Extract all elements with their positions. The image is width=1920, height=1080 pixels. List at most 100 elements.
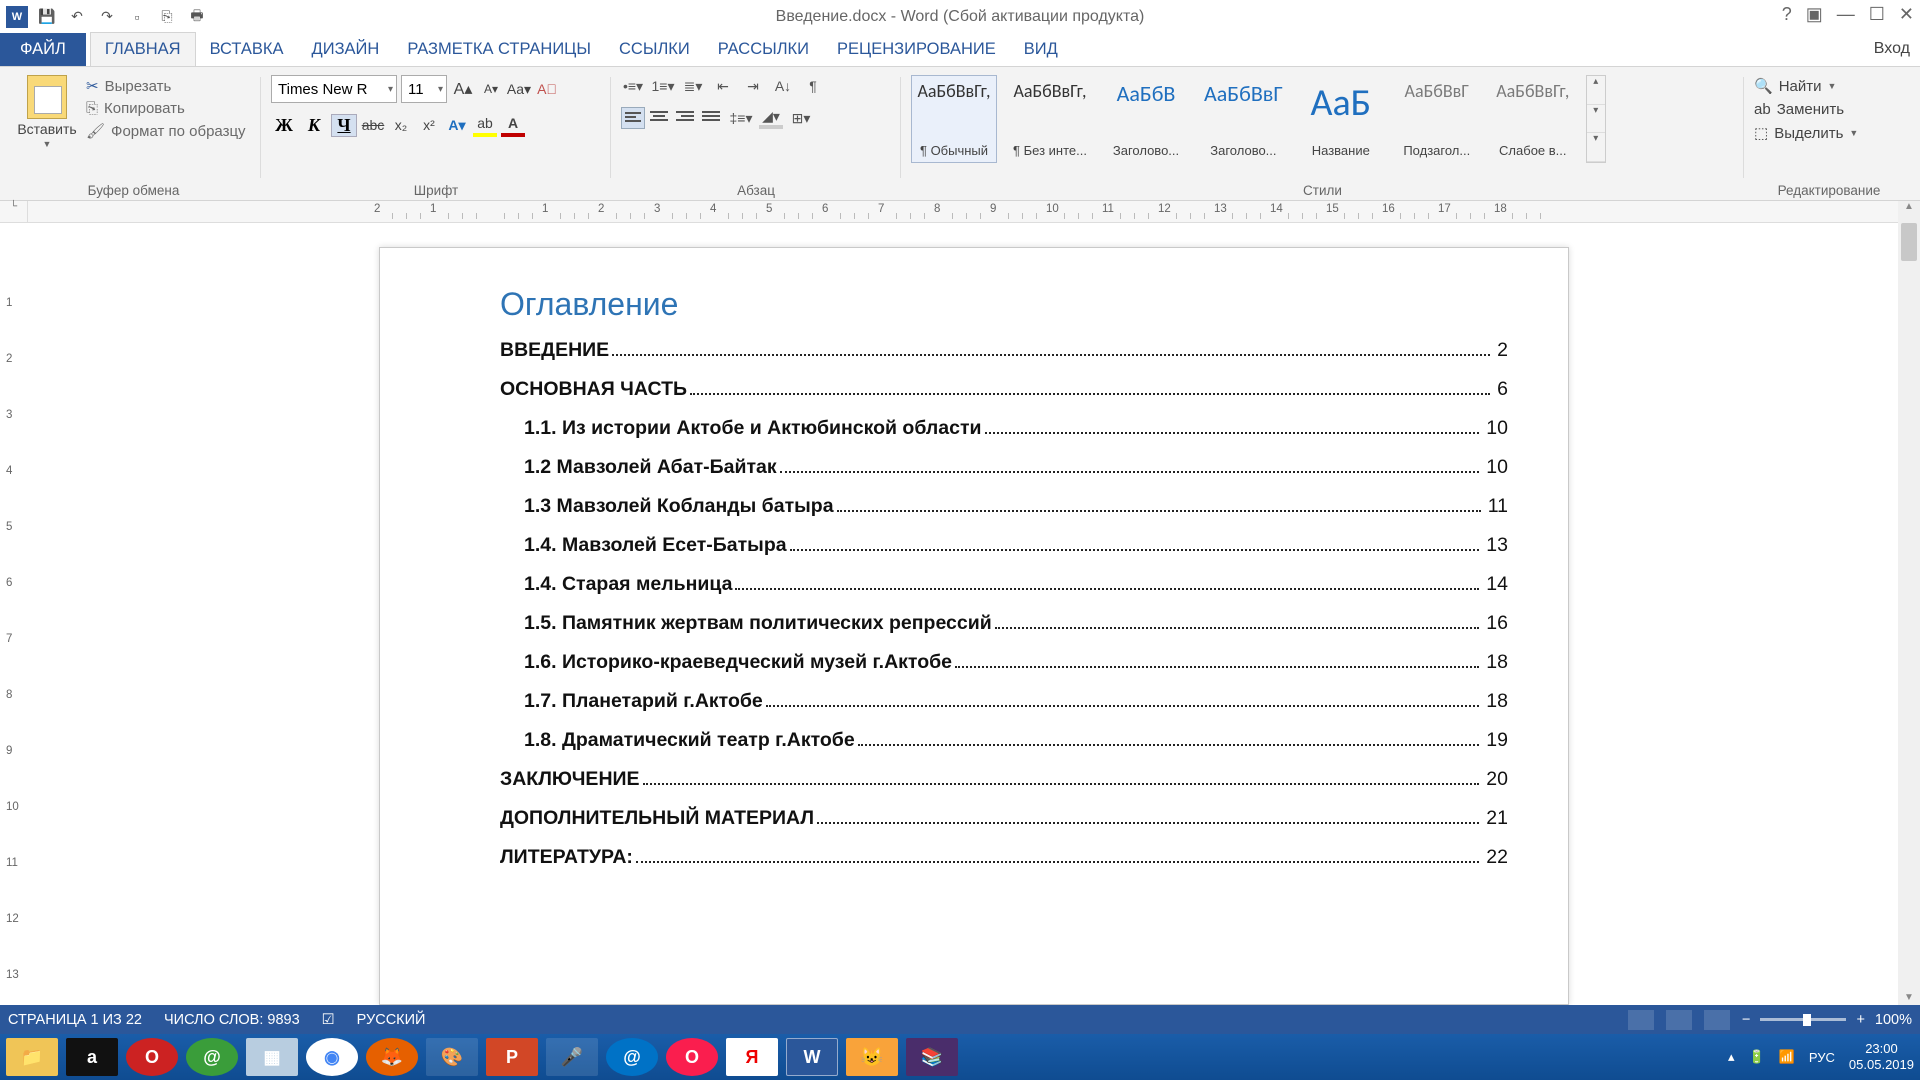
- font-size-combo[interactable]: 11: [401, 75, 447, 103]
- task-mic-icon[interactable]: 🎤: [546, 1038, 598, 1076]
- tab-рассылки[interactable]: РАССЫЛКИ: [704, 33, 823, 66]
- tab-рецензирование[interactable]: РЕЦЕНЗИРОВАНИЕ: [823, 33, 1010, 66]
- tray-clock[interactable]: 23:00 05.05.2019: [1849, 1041, 1914, 1072]
- save-icon[interactable]: 💾: [36, 6, 58, 28]
- task-opera-icon[interactable]: O: [126, 1038, 178, 1076]
- toc-entry[interactable]: 1.8. Драматический театр г.Актобе19: [500, 729, 1508, 752]
- tab-дизайн[interactable]: ДИЗАЙН: [298, 33, 394, 66]
- tab-главная[interactable]: ГЛАВНАЯ: [90, 32, 196, 66]
- zoom-slider[interactable]: − + 100%: [1742, 1012, 1912, 1028]
- text-effects-icon[interactable]: A▾: [445, 113, 469, 137]
- tab-вставка[interactable]: ВСТАВКА: [196, 33, 298, 66]
- sort-icon[interactable]: A↓: [771, 75, 795, 97]
- task-yandex-icon[interactable]: Я: [726, 1038, 778, 1076]
- login-link[interactable]: Вход: [1874, 40, 1910, 58]
- status-page[interactable]: СТРАНИЦА 1 ИЗ 22: [8, 1012, 142, 1028]
- toc-entry[interactable]: 1.4. Старая мельница14: [500, 573, 1508, 596]
- bullets-icon[interactable]: •≡▾: [621, 75, 645, 97]
- page[interactable]: Оглавление ВВЕДЕНИЕ2ОСНОВНАЯ ЧАСТЬ61.1. …: [379, 247, 1569, 1005]
- toc-entry[interactable]: ОСНОВНАЯ ЧАСТЬ6: [500, 378, 1508, 401]
- align-center-button[interactable]: [647, 107, 671, 129]
- grow-font-icon[interactable]: A▴: [451, 77, 475, 101]
- style-item[interactable]: АаБбВвГЗаголово...: [1199, 75, 1288, 163]
- view-web-icon[interactable]: [1704, 1010, 1730, 1030]
- task-calc-icon[interactable]: ▦: [246, 1038, 298, 1076]
- tab-ссылки[interactable]: ССЫЛКИ: [605, 33, 704, 66]
- status-words[interactable]: ЧИСЛО СЛОВ: 9893: [164, 1012, 300, 1028]
- italic-button[interactable]: К: [301, 115, 327, 136]
- line-spacing-icon[interactable]: ‡≡▾: [729, 107, 753, 129]
- zoom-in-icon[interactable]: +: [1856, 1012, 1864, 1028]
- style-item[interactable]: АаБбВвГПодзагол...: [1394, 75, 1480, 163]
- minimize-icon[interactable]: —: [1837, 4, 1855, 25]
- maximize-icon[interactable]: ☐: [1869, 4, 1885, 25]
- toc-entry[interactable]: 1.1. Из истории Актобе и Актюбинской обл…: [500, 417, 1508, 440]
- toc-entry[interactable]: ВВЕДЕНИЕ2: [500, 339, 1508, 362]
- change-case-icon[interactable]: Aa▾: [507, 77, 531, 101]
- redo-icon[interactable]: ↷: [96, 6, 118, 28]
- style-item[interactable]: АаБНазвание: [1298, 75, 1384, 163]
- copy-button[interactable]: ⎘Копировать: [86, 100, 246, 117]
- strike-button[interactable]: abc: [361, 113, 385, 137]
- task-chrome-icon[interactable]: ◉: [306, 1038, 358, 1076]
- status-proofing-icon[interactable]: ☑: [322, 1012, 335, 1028]
- highlight-icon[interactable]: ab: [473, 113, 497, 137]
- toc-entry[interactable]: 1.6. Историко-краеведческий музей г.Акто…: [500, 651, 1508, 674]
- tab-вид[interactable]: ВИД: [1010, 33, 1072, 66]
- underline-button[interactable]: Ч: [331, 114, 357, 137]
- decrease-indent-icon[interactable]: ⇤: [711, 75, 735, 97]
- tray-arrow-icon[interactable]: ▴: [1728, 1049, 1735, 1065]
- task-powerpoint-icon[interactable]: P: [486, 1038, 538, 1076]
- task-scratch-icon[interactable]: 😺: [846, 1038, 898, 1076]
- multilevel-icon[interactable]: ≣▾: [681, 75, 705, 97]
- help-icon[interactable]: ?: [1782, 4, 1792, 25]
- print-icon[interactable]: 🖶: [186, 6, 208, 28]
- toc-entry[interactable]: 1.7. Планетарий г.Актобе18: [500, 690, 1508, 713]
- toc-entry[interactable]: 1.5. Памятник жертвам политических репре…: [500, 612, 1508, 635]
- show-marks-icon[interactable]: ¶: [801, 75, 825, 97]
- vertical-scrollbar[interactable]: ▲ ▼: [1898, 201, 1920, 1005]
- task-opera2-icon[interactable]: O: [666, 1038, 718, 1076]
- font-name-combo[interactable]: Times New R: [271, 75, 397, 103]
- zoom-value[interactable]: 100%: [1875, 1012, 1912, 1028]
- style-item[interactable]: АаБбВЗаголово...: [1103, 75, 1189, 163]
- bold-button[interactable]: Ж: [271, 115, 297, 136]
- toc-entry[interactable]: 1.2 Мавзолей Абат-Байтак10: [500, 456, 1508, 479]
- zoom-out-icon[interactable]: −: [1742, 1012, 1750, 1028]
- toc-entry[interactable]: 1.4. Мавзолей Есет-Батыра13: [500, 534, 1508, 557]
- task-firefox-icon[interactable]: 🦊: [366, 1038, 418, 1076]
- toc-entry[interactable]: 1.3 Мавзолей Кобланды батыра11: [500, 495, 1508, 518]
- task-mail-icon[interactable]: @: [186, 1038, 238, 1076]
- task-word-icon[interactable]: W: [786, 1038, 838, 1076]
- select-button[interactable]: ⬚Выделить▼: [1754, 124, 1904, 142]
- new-doc-icon[interactable]: ▫: [126, 6, 148, 28]
- find-button[interactable]: 🔍Найти▼: [1754, 77, 1904, 95]
- style-item[interactable]: АаБбВвГг,¶ Без инте...: [1007, 75, 1093, 163]
- view-print-icon[interactable]: [1666, 1010, 1692, 1030]
- tray-lang[interactable]: РУС: [1809, 1050, 1835, 1065]
- status-language[interactable]: РУССКИЙ: [357, 1012, 426, 1028]
- task-paint-icon[interactable]: 🎨: [426, 1038, 478, 1076]
- tab-file[interactable]: ФАЙЛ: [0, 33, 86, 66]
- justify-button[interactable]: [699, 107, 723, 129]
- replace-button[interactable]: abЗаменить: [1754, 101, 1904, 118]
- styles-more-button[interactable]: ▴▾▾: [1586, 75, 1606, 163]
- open-icon[interactable]: ⎘: [156, 6, 178, 28]
- toc-entry[interactable]: ЛИТЕРАТУРА:22: [500, 846, 1508, 869]
- ribbon-options-icon[interactable]: ▣: [1806, 4, 1823, 25]
- style-item[interactable]: АаБбВвГг,¶ Обычный: [911, 75, 997, 163]
- task-outlook-icon[interactable]: @: [606, 1038, 658, 1076]
- numbering-icon[interactable]: 1≡▾: [651, 75, 675, 97]
- borders-icon[interactable]: ⊞▾: [789, 107, 813, 129]
- shrink-font-icon[interactable]: A▾: [479, 77, 503, 101]
- document-area[interactable]: Оглавление ВВЕДЕНИЕ2ОСНОВНАЯ ЧАСТЬ61.1. …: [28, 223, 1920, 1005]
- increase-indent-icon[interactable]: ⇥: [741, 75, 765, 97]
- toc-entry[interactable]: ДОПОЛНИТЕЛЬНЫЙ МАТЕРИАЛ21: [500, 807, 1508, 830]
- shading-icon[interactable]: ◢▾: [759, 107, 783, 129]
- cut-button[interactable]: ✂Вырезать: [86, 77, 246, 95]
- view-read-icon[interactable]: [1628, 1010, 1654, 1030]
- task-winrar-icon[interactable]: 📚: [906, 1038, 958, 1076]
- undo-icon[interactable]: ↶: [66, 6, 88, 28]
- font-color-icon[interactable]: A: [501, 113, 525, 137]
- scroll-thumb[interactable]: [1901, 223, 1917, 261]
